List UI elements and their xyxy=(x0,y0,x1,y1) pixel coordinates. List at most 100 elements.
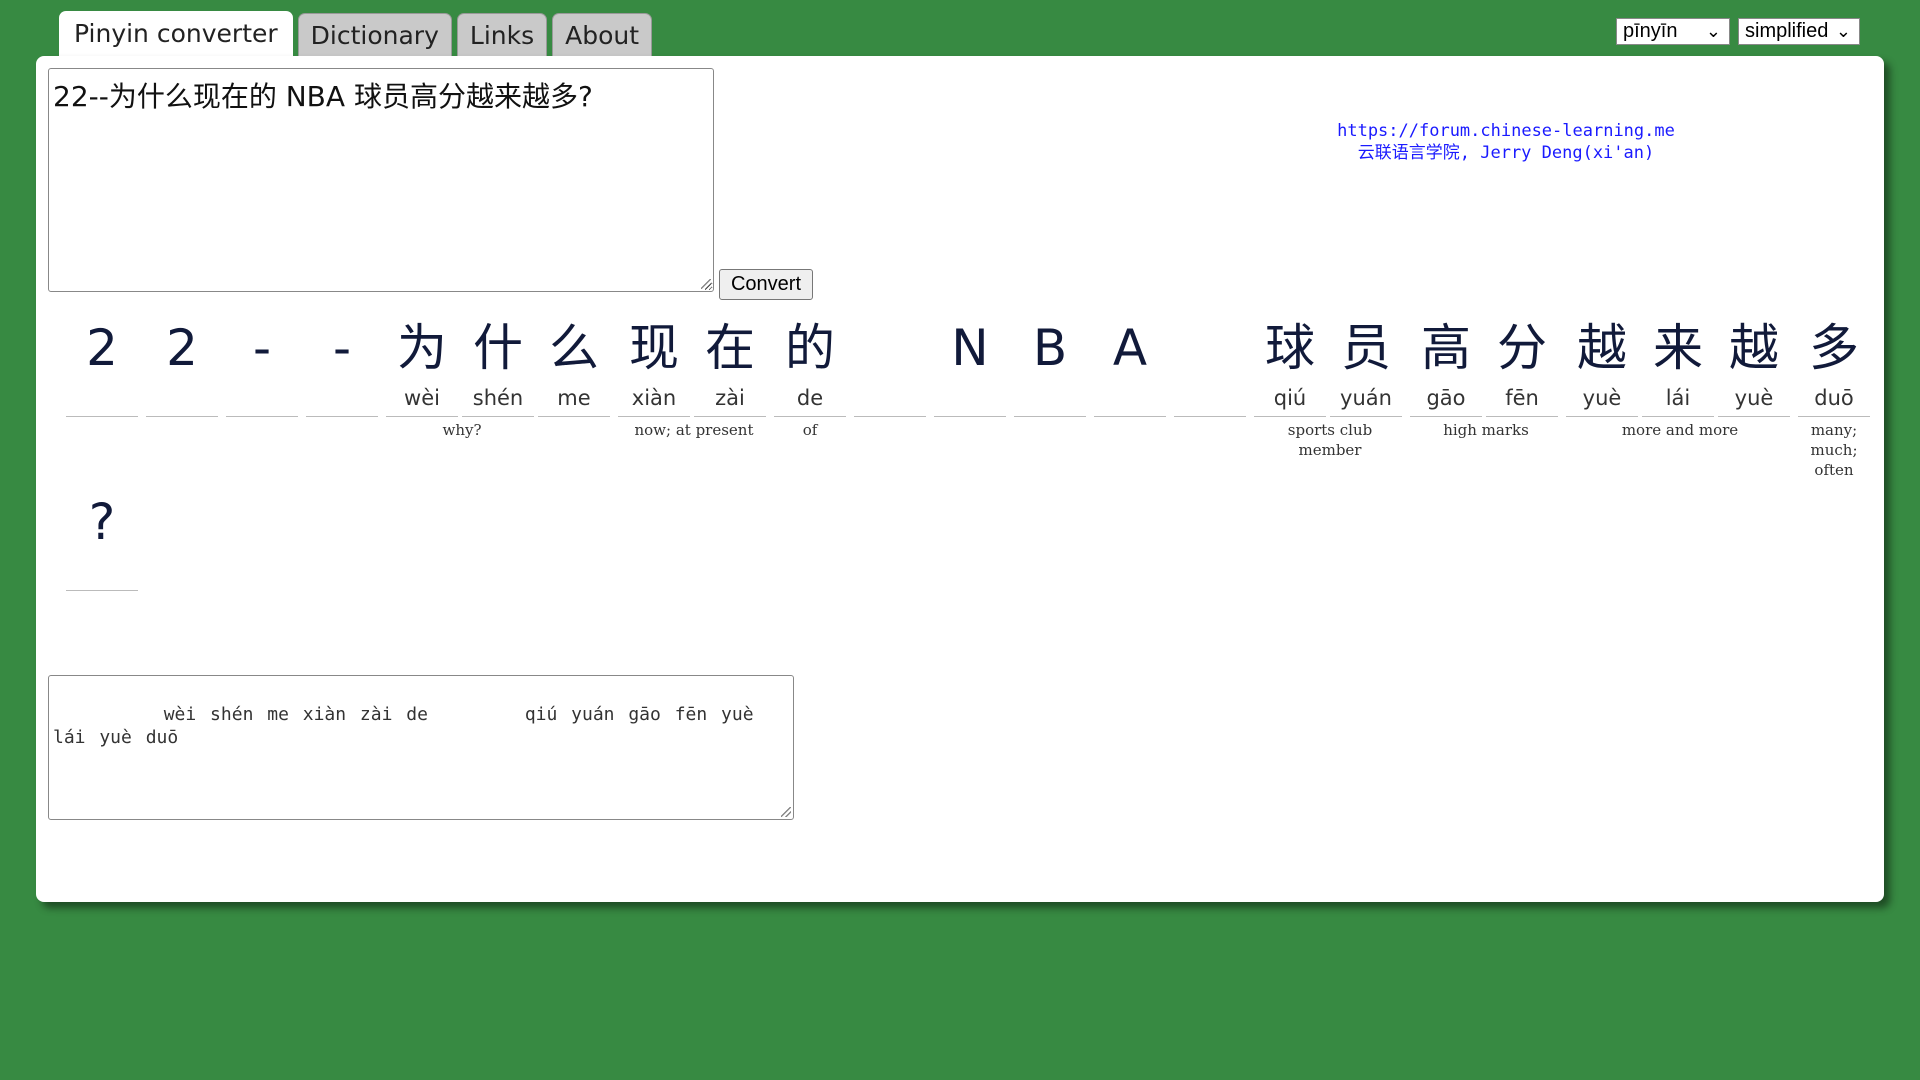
char-underline xyxy=(1330,416,1402,417)
resize-handle-icon[interactable] xyxy=(701,279,711,289)
char-hanzi: 的 xyxy=(785,319,835,377)
char-underline xyxy=(226,416,298,417)
char-pinyin xyxy=(66,384,138,412)
tab-bar: Pinyin converter Dictionary Links About xyxy=(59,11,653,57)
chevron-down-icon: ⌄ xyxy=(1835,21,1851,41)
char-underline xyxy=(1094,416,1166,417)
char-underline xyxy=(1410,416,1482,417)
char-underline xyxy=(934,416,1006,417)
tab-links[interactable]: Links xyxy=(456,13,548,56)
char-hanzi: 么 xyxy=(549,319,599,377)
char-pinyin: xiàn xyxy=(631,386,677,410)
char-pinyin xyxy=(1014,384,1086,412)
word-gloss: more and more xyxy=(1621,421,1739,439)
char-underline xyxy=(774,416,846,417)
char-cell[interactable]: 的 de xyxy=(774,316,846,417)
char-pinyin: shén xyxy=(472,386,524,410)
char-underline xyxy=(854,416,926,417)
char-hanzi: 多 xyxy=(1809,319,1859,377)
word-gloss: of xyxy=(802,421,818,439)
char-underline xyxy=(694,416,766,417)
char-cell[interactable]: 什 shén xyxy=(462,316,534,417)
char-hanzi: 越 xyxy=(1729,319,1779,377)
char-cell[interactable]: 2 xyxy=(66,316,138,417)
char-cell[interactable]: 球 qiú xyxy=(1254,316,1326,417)
char-pinyin xyxy=(306,384,378,412)
char-cell[interactable]: 么 me xyxy=(538,316,610,417)
char-cell[interactable]: A xyxy=(1094,316,1166,417)
char-underline xyxy=(1174,416,1246,417)
char-hanzi: 2 xyxy=(166,319,198,377)
char-pinyin: gāo xyxy=(1426,386,1466,410)
char-hanzi: A xyxy=(1112,319,1148,377)
credit-name: 云联语言学院, Jerry Deng(xi'an) xyxy=(1357,143,1655,163)
char-hanzi: 在 xyxy=(705,319,755,377)
char-hanzi: 2 xyxy=(86,319,118,377)
char-cell[interactable]: - xyxy=(306,316,378,417)
char-hanzi: - xyxy=(332,319,352,377)
char-cell[interactable]: ? xyxy=(66,490,138,591)
converter-panel: 22--为什么现在的 NBA 球员高分越来越多? Convert https:/… xyxy=(36,56,1884,902)
char-underline xyxy=(306,416,378,417)
convert-button[interactable]: Convert xyxy=(719,269,813,300)
char-cell[interactable] xyxy=(1174,316,1246,417)
word-gloss: high marks xyxy=(1443,421,1529,439)
romanization-select-value: pīnyīn xyxy=(1623,20,1678,42)
char-cell[interactable]: 现 xiàn xyxy=(618,316,690,417)
romanization-select[interactable]: pīnyīn ⌄ xyxy=(1616,18,1730,45)
char-underline xyxy=(1486,416,1558,417)
char-cell[interactable]: 越 yuè xyxy=(1566,316,1638,417)
char-underline xyxy=(1014,416,1086,417)
char-pinyin: yuè xyxy=(1582,386,1622,410)
char-cell[interactable]: 高 gāo xyxy=(1410,316,1482,417)
char-underline xyxy=(1798,416,1870,417)
char-cell[interactable]: 分 fēn xyxy=(1486,316,1558,417)
char-hanzi: N xyxy=(951,319,989,377)
char-pinyin: yuán xyxy=(1340,386,1392,410)
pinyin-output[interactable]: wèi shén me xiàn zài de qiú yuán gāo fēn… xyxy=(48,675,794,820)
char-cell[interactable]: 来 lái xyxy=(1642,316,1714,417)
chevron-down-icon: ⌄ xyxy=(1705,21,1721,41)
char-hanzi: 来 xyxy=(1653,319,1703,377)
char-pinyin: qiú xyxy=(1273,386,1307,410)
char-pinyin xyxy=(226,384,298,412)
tab-about[interactable]: About xyxy=(552,13,653,56)
char-underline xyxy=(618,416,690,417)
char-cell[interactable]: 2 xyxy=(146,316,218,417)
char-underline xyxy=(146,416,218,417)
char-cell[interactable]: 多 duō xyxy=(1798,316,1870,417)
char-cell[interactable]: N xyxy=(934,316,1006,417)
char-cell[interactable]: 在 zài xyxy=(694,316,766,417)
char-pinyin: lái xyxy=(1665,386,1691,410)
char-hanzi: 球 xyxy=(1265,319,1315,377)
tab-dictionary[interactable]: Dictionary xyxy=(297,13,452,56)
char-cell[interactable]: 越 yuè xyxy=(1718,316,1790,417)
char-hanzi: B xyxy=(1032,319,1068,377)
word-gloss: now; at present xyxy=(634,421,754,439)
chinese-input[interactable]: 22--为什么现在的 NBA 球员高分越来越多? xyxy=(48,68,714,292)
char-pinyin: duō xyxy=(1814,386,1854,410)
char-pinyin xyxy=(934,384,1006,412)
tab-pinyin-converter[interactable]: Pinyin converter xyxy=(59,11,293,57)
pinyin-output-value: wèi shén me xiàn zài de qiú yuán gāo fēn… xyxy=(53,704,768,748)
word-gloss: sports club member xyxy=(1287,421,1373,459)
script-select[interactable]: simplified ⌄ xyxy=(1738,18,1860,45)
char-pinyin xyxy=(66,558,138,586)
char-underline xyxy=(1718,416,1790,417)
char-pinyin: fēn xyxy=(1505,386,1539,410)
forum-link[interactable]: https://forum.chinese-learning.me xyxy=(1337,121,1675,141)
char-pinyin: de xyxy=(796,386,824,410)
char-cell[interactable]: - xyxy=(226,316,298,417)
char-cell[interactable]: 为 wèi xyxy=(386,316,458,417)
char-hanzi: ? xyxy=(88,493,116,551)
char-cell[interactable]: 员 yuán xyxy=(1330,316,1402,417)
char-cell[interactable]: B xyxy=(1014,316,1086,417)
options-bar: pīnyīn ⌄ simplified ⌄ xyxy=(1616,18,1860,45)
char-underline xyxy=(462,416,534,417)
char-hanzi: 高 xyxy=(1421,319,1471,377)
char-underline xyxy=(386,416,458,417)
resize-handle-icon[interactable] xyxy=(781,807,791,817)
chinese-input-value: 22--为什么现在的 NBA 球员高分越来越多? xyxy=(53,80,593,113)
char-pinyin xyxy=(1094,384,1166,412)
char-cell[interactable] xyxy=(854,316,926,417)
